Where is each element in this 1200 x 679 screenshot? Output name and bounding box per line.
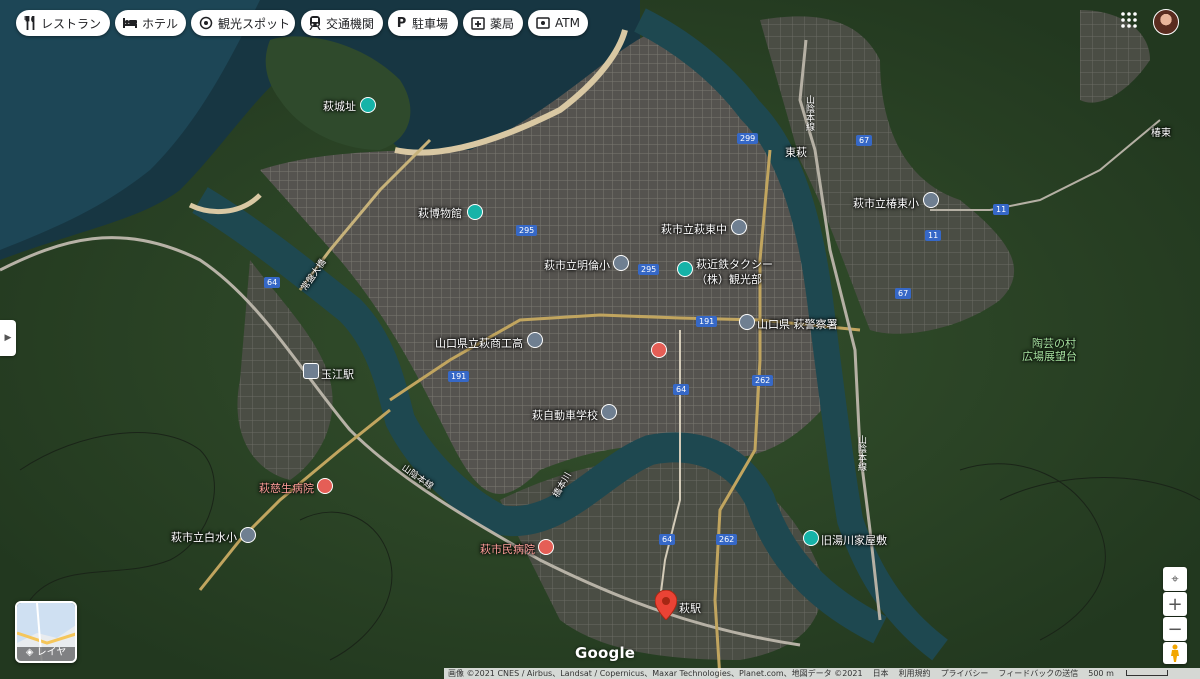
- police-pin-icon[interactable]: [739, 314, 755, 330]
- place-label[interactable]: 萩博物館: [418, 205, 462, 221]
- place-label[interactable]: 旧湯川家屋敷: [821, 532, 887, 548]
- place-label[interactable]: 萩市立椿東小: [853, 195, 919, 211]
- feedback-link[interactable]: フィードバックの送信: [998, 668, 1078, 679]
- route-shield: 191: [448, 371, 470, 382]
- place-label[interactable]: 萩慈生病院: [259, 480, 314, 496]
- plus-icon: +: [1167, 593, 1183, 615]
- crosshair-icon: ⌖: [1171, 571, 1179, 587]
- attribution-bar: 画像 ©2021 CNES / Airbus、Landsat / Coperni…: [444, 668, 1200, 679]
- restaurant-icon: [24, 15, 36, 31]
- place-label[interactable]: 東萩: [785, 144, 807, 160]
- account-avatar[interactable]: [1153, 9, 1179, 35]
- route-shield: 191: [696, 316, 718, 327]
- route-shield: 295: [516, 225, 538, 236]
- pegman-icon: [1171, 644, 1179, 662]
- school-pin-icon[interactable]: [527, 332, 543, 348]
- place-label[interactable]: 広場展望台: [1022, 348, 1077, 364]
- chevron-right-icon: ▶: [4, 333, 12, 343]
- layers-icon: ◈: [25, 647, 34, 658]
- place-label[interactable]: （株）観光部: [696, 271, 762, 287]
- school-pin-icon[interactable]: [240, 527, 256, 543]
- school-pin-icon[interactable]: [613, 255, 629, 271]
- scale-bar[interactable]: 500 m: [1088, 669, 1178, 678]
- route-shield: 64: [264, 277, 281, 288]
- pharmacy-icon: [471, 15, 485, 31]
- place-label[interactable]: 山口県立萩商工高: [435, 335, 523, 351]
- route-shield: 262: [716, 534, 738, 545]
- route-shield: 64: [673, 384, 690, 395]
- google-logo: Google: [575, 644, 636, 662]
- chip-transit[interactable]: 交通機関: [301, 10, 383, 36]
- atm-icon: [536, 15, 550, 31]
- place-label[interactable]: 萩市立明倫小: [544, 257, 610, 273]
- place-label[interactable]: 萩駅: [679, 600, 701, 616]
- chip-pharmacy[interactable]: 薬局: [463, 10, 523, 36]
- route-shield: 295: [638, 264, 660, 275]
- school-pin-icon[interactable]: [923, 192, 939, 208]
- hospital-pin-icon[interactable]: [538, 539, 554, 555]
- rail-line-label: 山陰本線: [804, 95, 814, 131]
- rail-line-label: 山陰本線: [856, 435, 866, 471]
- chip-attraction[interactable]: 観光スポット: [191, 10, 295, 36]
- route-shield: 262: [752, 375, 774, 386]
- shopping-pin-icon[interactable]: [651, 342, 667, 358]
- museum-pin-icon[interactable]: [467, 204, 483, 220]
- route-shield: 67: [856, 135, 873, 146]
- zoom-out-button[interactable]: −: [1163, 617, 1187, 641]
- privacy-link[interactable]: プライバシー: [941, 668, 989, 679]
- minus-icon: −: [1167, 618, 1183, 640]
- hospital-pin-icon[interactable]: [317, 478, 333, 494]
- attraction-pin-icon[interactable]: [677, 261, 693, 277]
- place-label[interactable]: 萩自動車学校: [532, 407, 598, 423]
- selected-location-pin-icon[interactable]: [655, 590, 677, 620]
- satellite-map[interactable]: [0, 0, 1200, 679]
- apps-grid-icon[interactable]: [1121, 12, 1137, 28]
- train-station-icon[interactable]: [303, 363, 319, 379]
- place-label[interactable]: 萩市立白水小: [171, 529, 237, 545]
- attraction-pin-icon[interactable]: [803, 530, 819, 546]
- chip-parking[interactable]: P 駐車場: [388, 10, 458, 36]
- route-shield: 11: [993, 204, 1010, 215]
- chip-hotel[interactable]: ホテル: [115, 10, 186, 36]
- school-pin-icon[interactable]: [601, 404, 617, 420]
- area-label: 椿東: [1151, 128, 1171, 139]
- place-label[interactable]: 萩近鉄タクシー: [696, 256, 773, 272]
- route-shield: 299: [737, 133, 759, 144]
- hotel-icon: [123, 15, 137, 31]
- region-link[interactable]: 日本: [873, 668, 889, 679]
- place-label[interactable]: 萩市立萩東中: [661, 221, 727, 237]
- imagery-credit: 画像 ©2021 CNES / Airbus、Landsat / Coperni…: [448, 669, 863, 678]
- school-pin-icon[interactable]: [731, 219, 747, 235]
- street-view-pegman[interactable]: [1163, 642, 1187, 664]
- zoom-in-button[interactable]: +: [1163, 592, 1187, 616]
- side-panel-toggle[interactable]: ▶: [0, 320, 16, 356]
- my-location-button[interactable]: ⌖: [1163, 567, 1187, 591]
- place-label[interactable]: 萩城址: [323, 98, 356, 114]
- transit-icon: [309, 15, 321, 31]
- place-label[interactable]: 玉江駅: [321, 366, 354, 382]
- place-label[interactable]: 萩市民病院: [480, 541, 535, 557]
- chip-restaurant[interactable]: レストラン: [16, 10, 110, 36]
- route-shield: 64: [659, 534, 676, 545]
- terms-link[interactable]: 利用規約: [899, 668, 931, 679]
- route-shield: 67: [895, 288, 912, 299]
- parking-icon: P: [396, 15, 407, 31]
- place-label[interactable]: 山口県 萩警察署: [757, 316, 838, 332]
- route-shield: 11: [925, 230, 942, 241]
- chip-atm[interactable]: ATM: [528, 10, 588, 36]
- attraction-icon: [199, 15, 213, 31]
- layers-button[interactable]: ◈ レイヤ: [15, 601, 77, 663]
- attraction-pin-icon[interactable]: [360, 97, 376, 113]
